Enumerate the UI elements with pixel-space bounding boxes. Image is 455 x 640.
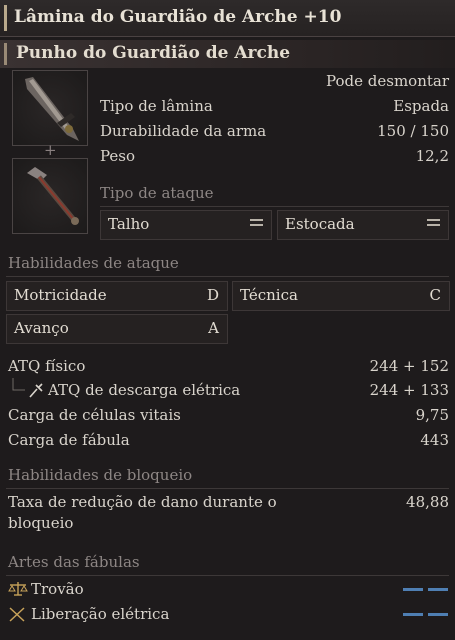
title-accent: [4, 5, 7, 31]
attack-type-label: Tipo de ataque: [100, 184, 214, 202]
stat-label-durability: Durabilidade da arma: [100, 122, 267, 140]
fable-charge-label: Carga de fábula: [8, 431, 130, 449]
tree-branch-icon: [12, 378, 25, 391]
fable-art-thunder-slot-1: [403, 588, 423, 591]
fable-art-electric-release-slot-2: [428, 613, 448, 616]
blade-image-icon: [25, 77, 79, 141]
combine-plus-icon: +: [44, 141, 57, 159]
fable-arts-label: Artes das fábulas: [8, 553, 140, 571]
dismantle-status: Pode desmontar: [326, 72, 449, 90]
stat-label-blade-type: Tipo de lâmina: [100, 97, 213, 115]
block-abilities-label: Habilidades de bloqueio: [8, 466, 193, 484]
fable-art-thunder-label[interactable]: Trovão: [31, 580, 84, 598]
item-subtitle: Punho do Guardião de Arche: [16, 43, 291, 63]
blade-thumbnail[interactable]: [12, 70, 88, 146]
fable-art-electric-release-label[interactable]: Liberação elétrica: [31, 605, 169, 623]
electric-attack-label: ATQ de descarga elétrica: [48, 381, 241, 399]
ability-advance-grade: A: [208, 319, 219, 337]
physical-attack-value: 244 + 152: [369, 357, 449, 375]
item-title-bar: Lâmina do Guardião de Arche +10: [0, 0, 455, 37]
block-abilities-divider: [6, 488, 449, 489]
ability-motricity[interactable]: Motricidade D: [6, 281, 228, 311]
subtitle-accent: [4, 43, 7, 65]
fable-charge-value: 443: [420, 431, 449, 449]
attack-type-thrust-label: Estocada: [285, 215, 355, 233]
ability-motricity-label: Motricidade: [14, 286, 107, 304]
ability-technique-grade: C: [429, 286, 441, 304]
attack-abilities-label: Habilidades de ataque: [8, 254, 179, 272]
stat-label-weight: Peso: [100, 147, 136, 165]
attack-type-divider: [100, 206, 449, 207]
ability-advance-label: Avanço: [14, 319, 69, 337]
electric-attack-value: 244 + 133: [369, 381, 449, 399]
handle-thumbnail[interactable]: [12, 158, 88, 234]
scales-icon: [8, 582, 28, 596]
stat-value-blade-type: Espada: [393, 97, 449, 115]
fable-arts-divider: [6, 575, 449, 576]
fable-art-electric-release-slot-1: [403, 613, 423, 616]
block-reduction-label-line2: bloqueio: [8, 514, 74, 532]
attack-type-slash-label: Talho: [108, 215, 150, 233]
handle-image-icon: [27, 167, 79, 225]
attack-type-thrust[interactable]: Estocada: [277, 210, 449, 240]
physical-attack-label: ATQ físico: [8, 357, 86, 375]
fable-art-thunder-slot-2: [428, 588, 448, 591]
ability-advance[interactable]: Avanço A: [6, 314, 228, 344]
item-subtitle-bar: Punho do Guardião de Arche: [0, 40, 455, 68]
item-title: Lâmina do Guardião de Arche +10: [14, 7, 342, 27]
attack-type-slash[interactable]: Talho: [100, 210, 272, 240]
ability-technique-label: Técnica: [240, 286, 298, 304]
electric-bolt-icon: [29, 383, 43, 398]
vital-cells-label: Carga de células vitais: [8, 406, 181, 424]
block-reduction-value: 48,88: [406, 493, 449, 511]
stat-value-durability: 150 / 150: [377, 122, 449, 140]
equal-icon: [427, 218, 440, 227]
vital-cells-value: 9,75: [415, 406, 449, 424]
stat-value-weight: 12,2: [415, 147, 449, 165]
ability-motricity-grade: D: [206, 286, 219, 304]
block-reduction-label-line1: Taxa de redução de dano durante o: [8, 493, 277, 511]
ability-technique[interactable]: Técnica C: [232, 281, 450, 311]
crossed-swords-icon: [9, 607, 25, 622]
attack-abilities-divider: [6, 276, 449, 277]
equal-icon: [250, 218, 263, 227]
